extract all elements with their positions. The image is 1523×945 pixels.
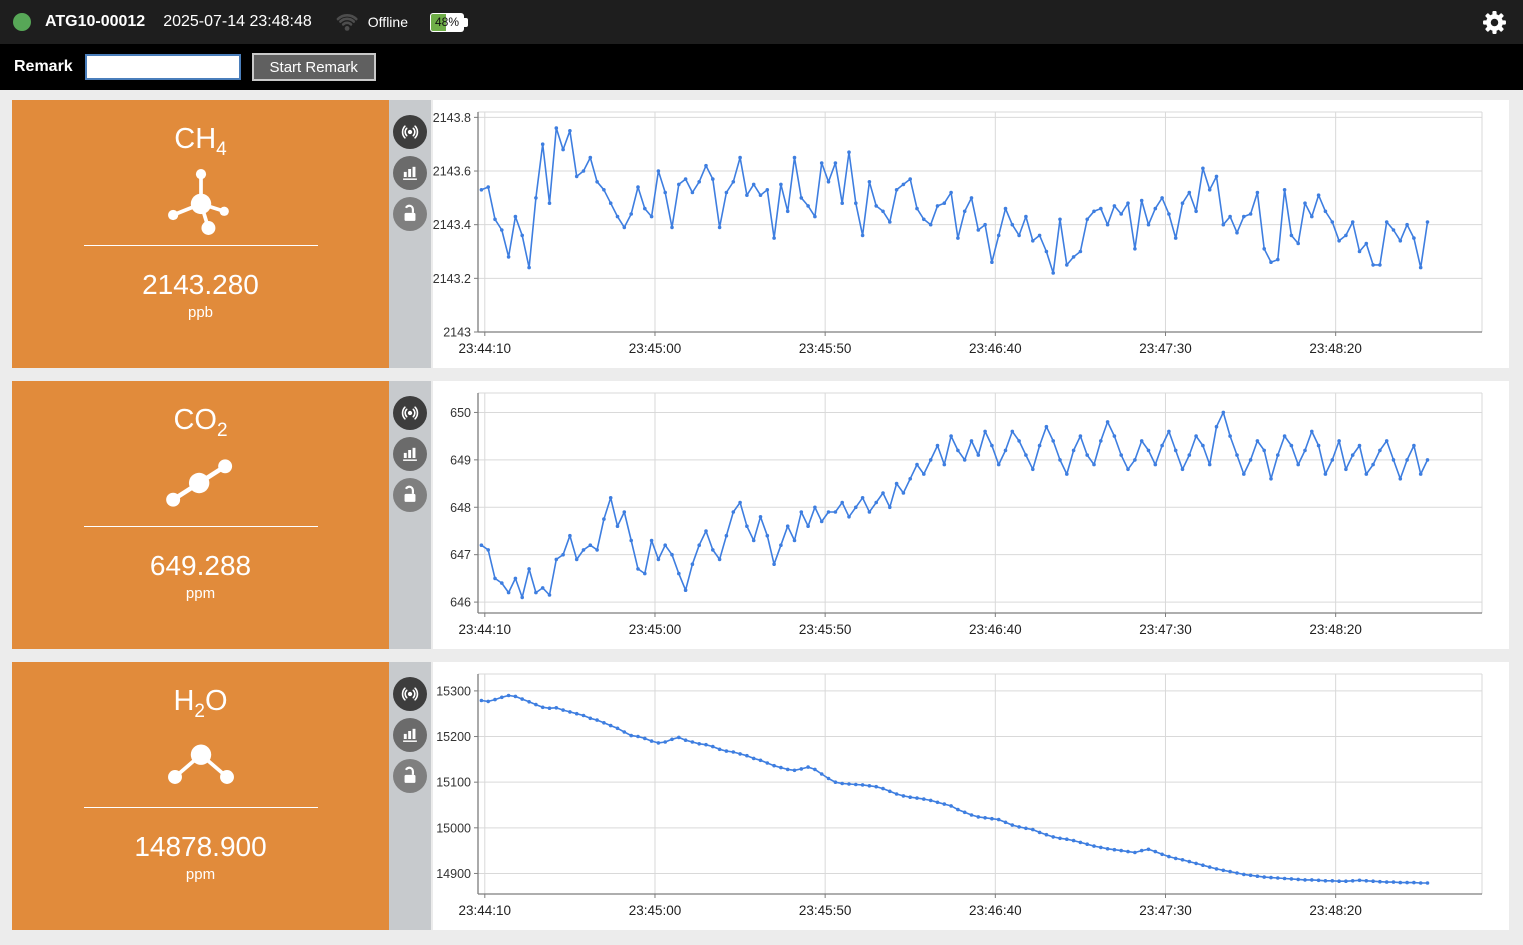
broadcast-button[interactable] bbox=[393, 677, 427, 711]
top-header-bar: ATG10-00012 2025-07-14 23:48:48 Offline … bbox=[0, 0, 1523, 44]
battery-nub bbox=[464, 17, 468, 27]
bar-chart-button[interactable] bbox=[393, 718, 427, 752]
svg-text:23:47:30: 23:47:30 bbox=[1139, 622, 1192, 637]
svg-text:23:44:10: 23:44:10 bbox=[459, 903, 512, 918]
gas-value-ch4: 2143.280 bbox=[142, 268, 259, 300]
broadcast-button[interactable] bbox=[393, 115, 427, 149]
ch4-chart-canvas[interactable]: 2143 2143.2 2143.4 2143.6 2143.8 23:44:10 23:4… bbox=[433, 100, 1509, 368]
svg-text:23:44:10: 23:44:10 bbox=[459, 341, 512, 356]
gas-name-h2o: H2O bbox=[173, 685, 228, 722]
water-molecule-icon bbox=[167, 744, 234, 784]
unlock-icon bbox=[404, 204, 416, 221]
svg-text:2143: 2143 bbox=[443, 326, 471, 340]
broadcast-icon bbox=[401, 125, 419, 139]
svg-text:23:45:50: 23:45:50 bbox=[799, 622, 852, 637]
broadcast-icon bbox=[401, 687, 419, 701]
svg-text:2143.2: 2143.2 bbox=[433, 272, 471, 286]
h2o-tool-strip bbox=[389, 662, 431, 930]
svg-text:23:45:00: 23:45:00 bbox=[629, 903, 682, 918]
app: { "header": { "device_id": "ATG10-00012"… bbox=[0, 0, 1523, 945]
svg-text:23:48:20: 23:48:20 bbox=[1309, 622, 1362, 637]
gas-value-h2o: 14878.900 bbox=[134, 830, 267, 862]
gas-unit-ch4: ppb bbox=[187, 304, 214, 322]
svg-text:23:47:30: 23:47:30 bbox=[1139, 341, 1192, 356]
remark-bar: Remark Start Remark bbox=[0, 44, 1523, 90]
bar-chart-icon bbox=[403, 728, 417, 742]
timestamp: 2025-07-14 23:48:48 bbox=[163, 13, 312, 30]
card-divider bbox=[83, 806, 318, 808]
h2o-chart-canvas[interactable]: 14900 15000 15100 15200 15300 23:44:10 23:45:0… bbox=[433, 662, 1509, 930]
remark-label: Remark bbox=[14, 58, 73, 75]
unlock-icon bbox=[404, 485, 416, 502]
svg-text:14900: 14900 bbox=[436, 867, 471, 881]
panel-ch4: CH4 2143.280 ppb 2143 2143.2 2143.4 2143… bbox=[12, 100, 1509, 368]
start-remark-button[interactable]: Start Remark bbox=[251, 53, 376, 81]
svg-text:23:46:40: 23:46:40 bbox=[969, 903, 1022, 918]
svg-text:15200: 15200 bbox=[436, 730, 471, 744]
svg-text:23:46:40: 23:46:40 bbox=[969, 622, 1022, 637]
svg-text:23:45:50: 23:45:50 bbox=[799, 903, 852, 918]
device-id: ATG10-00012 bbox=[45, 13, 146, 30]
gas-unit-co2: ppm bbox=[185, 585, 216, 603]
settings-button[interactable] bbox=[1481, 9, 1507, 35]
lock-button[interactable] bbox=[393, 478, 427, 512]
lock-button[interactable] bbox=[393, 197, 427, 231]
svg-text:2143.6: 2143.6 bbox=[433, 165, 471, 179]
svg-text:23:47:30: 23:47:30 bbox=[1139, 903, 1192, 918]
co2-molecule-icon bbox=[165, 459, 232, 507]
wifi-icon bbox=[336, 14, 358, 31]
gas-name-ch4: CH4 bbox=[174, 123, 227, 160]
co2-chart-canvas[interactable]: 646 647 648 649 650 23:44:10 23:45:00 23:45:50 2… bbox=[433, 381, 1509, 649]
svg-text:648: 648 bbox=[450, 501, 471, 515]
methane-molecule-icon bbox=[167, 168, 229, 235]
h2o-chart: 14900 15000 15100 15200 15300 23:44:10 23:45:0… bbox=[433, 662, 1509, 930]
gas-unit-h2o: ppm bbox=[185, 866, 216, 884]
svg-text:23:48:20: 23:48:20 bbox=[1309, 341, 1362, 356]
svg-text:647: 647 bbox=[450, 548, 471, 562]
bar-chart-button[interactable] bbox=[393, 437, 427, 471]
ch4-card: CH4 2143.280 ppb bbox=[12, 100, 389, 368]
svg-text:650: 650 bbox=[450, 406, 471, 420]
card-divider bbox=[83, 244, 318, 246]
battery-percent: 48% bbox=[434, 15, 460, 29]
unlock-icon bbox=[404, 766, 416, 783]
svg-text:2143.4: 2143.4 bbox=[433, 218, 471, 232]
svg-text:23:48:20: 23:48:20 bbox=[1309, 903, 1362, 918]
card-divider bbox=[83, 525, 318, 527]
status-indicator-dot bbox=[13, 13, 31, 31]
co2-tool-strip bbox=[389, 381, 431, 649]
gas-name-co2: CO2 bbox=[173, 404, 228, 441]
svg-text:23:44:10: 23:44:10 bbox=[459, 622, 512, 637]
svg-text:23:45:00: 23:45:00 bbox=[629, 622, 682, 637]
bar-chart-icon bbox=[403, 166, 417, 180]
gear-icon bbox=[1482, 10, 1506, 34]
svg-text:15100: 15100 bbox=[436, 776, 471, 790]
h2o-card: H2O 14878.900 ppm bbox=[12, 662, 389, 930]
panel-h2o: H2O 14878.900 ppm 14900 15000 15100 1520… bbox=[12, 662, 1509, 930]
bar-chart-button[interactable] bbox=[393, 156, 427, 190]
co2-card: CO2 649.288 ppm bbox=[12, 381, 389, 649]
ch4-chart: 2143 2143.2 2143.4 2143.6 2143.8 23:44:10 23:4… bbox=[433, 100, 1509, 368]
svg-text:646: 646 bbox=[450, 596, 471, 610]
broadcast-icon bbox=[401, 406, 419, 420]
remark-input[interactable] bbox=[84, 54, 241, 80]
svg-text:23:45:50: 23:45:50 bbox=[799, 341, 852, 356]
panel-co2: CO2 649.288 ppm 646 647 648 649 650 23:4… bbox=[12, 381, 1509, 649]
lock-button[interactable] bbox=[393, 759, 427, 793]
connection-status-label: Offline bbox=[367, 14, 408, 30]
svg-text:23:46:40: 23:46:40 bbox=[969, 341, 1022, 356]
svg-text:23:45:00: 23:45:00 bbox=[629, 341, 682, 356]
svg-text:2143.8: 2143.8 bbox=[433, 111, 471, 125]
svg-text:649: 649 bbox=[450, 453, 471, 467]
svg-text:15000: 15000 bbox=[436, 821, 471, 835]
ch4-tool-strip bbox=[389, 100, 431, 368]
bar-chart-icon bbox=[403, 447, 417, 461]
gas-value-co2: 649.288 bbox=[149, 549, 252, 581]
co2-chart: 646 647 648 649 650 23:44:10 23:45:00 23:45:50 2… bbox=[433, 381, 1509, 649]
broadcast-button[interactable] bbox=[393, 396, 427, 430]
svg-text:15300: 15300 bbox=[436, 684, 471, 698]
battery-indicator: 48% bbox=[430, 12, 468, 32]
